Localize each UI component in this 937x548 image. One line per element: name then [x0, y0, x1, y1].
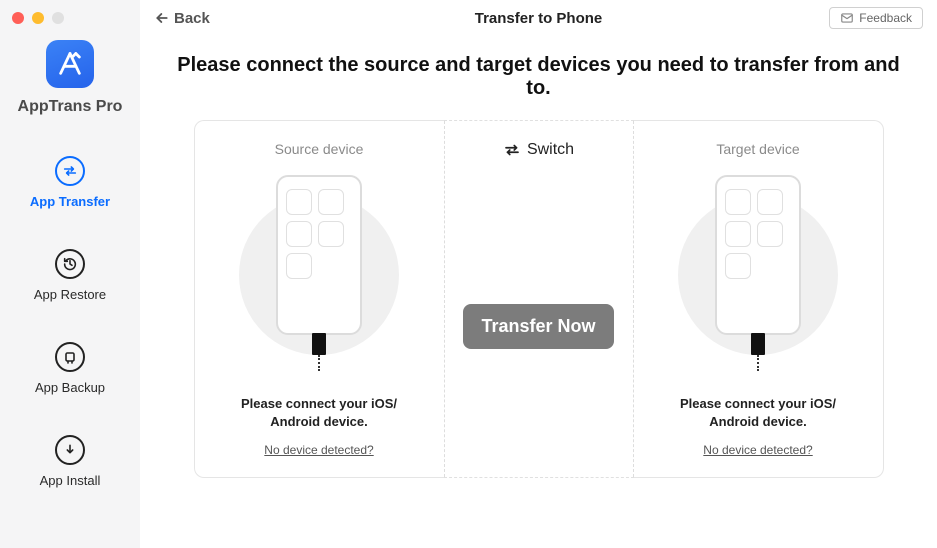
- window-minimize-button[interactable]: [32, 12, 44, 24]
- target-no-device-link[interactable]: No device detected?: [703, 443, 812, 457]
- transfer-icon: [55, 156, 85, 186]
- sidebar: AppTrans Pro App Transfer App Restore: [0, 0, 140, 548]
- back-label: Back: [174, 10, 210, 27]
- page-title: Transfer to Phone: [140, 10, 937, 27]
- sidebar-nav: App Transfer App Restore App Backup: [30, 156, 110, 488]
- phone-illustration: [234, 175, 404, 375]
- app-logo: [46, 40, 94, 88]
- source-no-device-link[interactable]: No device detected?: [264, 443, 373, 457]
- app-title: AppTrans Pro: [18, 98, 123, 116]
- source-device-heading: Source device: [275, 141, 364, 157]
- phone-outline-icon: [715, 175, 801, 335]
- phone-outline-icon: [276, 175, 362, 335]
- app-logo-icon: [56, 50, 84, 78]
- center-controls: Switch Transfer Now: [444, 120, 634, 478]
- window-close-button[interactable]: [12, 12, 24, 24]
- sidebar-item-label: App Backup: [35, 380, 105, 395]
- cable-icon: [312, 333, 326, 371]
- install-icon: [55, 435, 85, 465]
- back-button[interactable]: Back: [154, 10, 210, 27]
- feedback-label: Feedback: [859, 11, 912, 25]
- topbar: Back Transfer to Phone Feedback: [140, 0, 937, 36]
- sidebar-item-app-transfer[interactable]: App Transfer: [30, 156, 110, 209]
- feedback-button[interactable]: Feedback: [829, 7, 923, 29]
- main-content: Back Transfer to Phone Feedback Please c…: [140, 0, 937, 548]
- switch-icon: [503, 141, 521, 159]
- mail-icon: [840, 11, 854, 25]
- headline: Please connect the source and target dev…: [140, 54, 937, 100]
- window-controls: [12, 12, 64, 24]
- device-row: Source device Please connect your iOS/ A…: [140, 120, 937, 478]
- back-arrow-icon: [154, 10, 170, 26]
- backup-icon: [55, 342, 85, 372]
- transfer-now-button[interactable]: Transfer Now: [463, 304, 613, 349]
- sidebar-item-label: App Transfer: [30, 194, 110, 209]
- target-device-heading: Target device: [716, 141, 799, 157]
- sidebar-item-label: App Restore: [34, 287, 106, 302]
- sidebar-item-app-backup[interactable]: App Backup: [35, 342, 105, 395]
- restore-icon: [55, 249, 85, 279]
- sidebar-item-app-restore[interactable]: App Restore: [34, 249, 106, 302]
- source-device-card: Source device Please connect your iOS/ A…: [194, 120, 444, 478]
- source-device-prompt: Please connect your iOS/ Android device.: [241, 395, 397, 431]
- target-device-card: Target device Please connect your iOS/ A…: [634, 120, 884, 478]
- phone-illustration: [673, 175, 843, 375]
- cable-icon: [751, 333, 765, 371]
- target-device-prompt: Please connect your iOS/ Android device.: [680, 395, 836, 431]
- sidebar-item-app-install[interactable]: App Install: [40, 435, 101, 488]
- window-maximize-button[interactable]: [52, 12, 64, 24]
- switch-label: Switch: [527, 141, 574, 159]
- switch-button[interactable]: Switch: [503, 141, 574, 159]
- sidebar-item-label: App Install: [40, 473, 101, 488]
